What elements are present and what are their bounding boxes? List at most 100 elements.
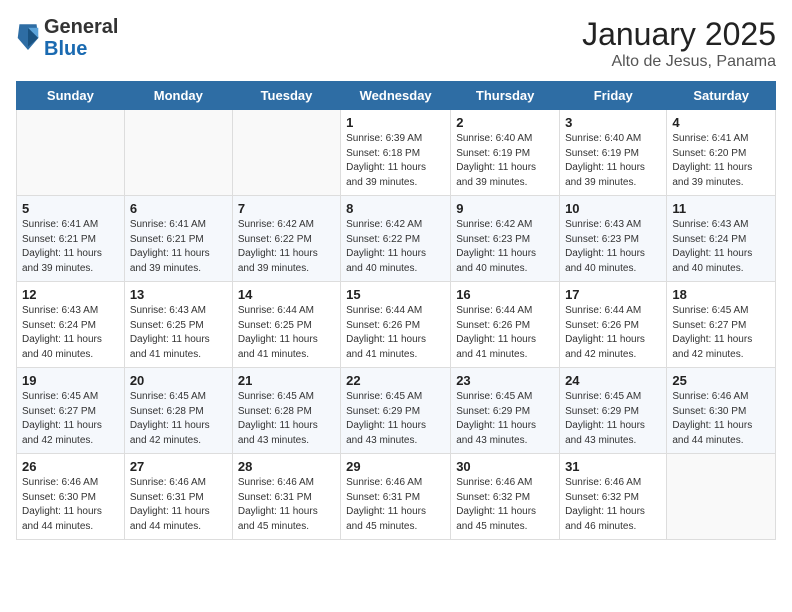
day-number: 24: [565, 373, 661, 388]
day-number: 3: [565, 115, 661, 130]
day-number: 20: [130, 373, 227, 388]
day-info: Sunrise: 6:44 AMSunset: 6:25 PMDaylight:…: [238, 304, 335, 362]
day-info: Sunrise: 6:41 AMSunset: 6:21 PMDaylight:…: [22, 218, 119, 276]
day-info: Sunrise: 6:42 AMSunset: 6:23 PMDaylight:…: [456, 218, 554, 276]
calendar-cell: 13 Sunrise: 6:43 AMSunset: 6:25 PMDayligh…: [124, 282, 232, 368]
day-info: Sunrise: 6:42 AMSunset: 6:22 PMDaylight:…: [238, 218, 335, 276]
day-info: Sunrise: 6:46 AMSunset: 6:32 PMDaylight:…: [565, 476, 661, 534]
calendar-cell: 3 Sunrise: 6:40 AMSunset: 6:19 PMDaylight…: [560, 110, 667, 196]
day-info: Sunrise: 6:45 AMSunset: 6:29 PMDaylight:…: [565, 390, 661, 448]
logo-general-text: General: [44, 16, 118, 38]
day-info: Sunrise: 6:45 AMSunset: 6:28 PMDaylight:…: [238, 390, 335, 448]
day-info: Sunrise: 6:43 AMSunset: 6:23 PMDaylight:…: [565, 218, 661, 276]
calendar-cell: 8 Sunrise: 6:42 AMSunset: 6:22 PMDaylight…: [341, 196, 451, 282]
day-info: Sunrise: 6:44 AMSunset: 6:26 PMDaylight:…: [456, 304, 554, 362]
day-of-week-header: Saturday: [667, 82, 776, 110]
calendar-cell: 9Sunrise: 6:42 AMSunset: 6:23 PMDaylight…: [451, 196, 560, 282]
calendar-cell: 27 Sunrise: 6:46 AMSunset: 6:31 PMDayligh…: [124, 454, 232, 540]
calendar-table: SundayMondayTuesdayWednesdayThursdayFrid…: [16, 81, 776, 540]
calendar-cell: 18 Sunrise: 6:45 AMSunset: 6:27 PMDayligh…: [667, 282, 776, 368]
calendar-cell: 24 Sunrise: 6:45 AMSunset: 6:29 PMDayligh…: [560, 368, 667, 454]
page-header: General Blue January 2025 Alto de Jesus,…: [16, 16, 776, 71]
calendar-cell: 28Sunrise: 6:46 AMSunset: 6:31 PMDayligh…: [232, 454, 340, 540]
calendar-cell: 11 Sunrise: 6:43 AMSunset: 6:24 PMDayligh…: [667, 196, 776, 282]
day-info: Sunrise: 6:46 AMSunset: 6:31 PMDaylight:…: [130, 476, 227, 534]
logo-text: General Blue: [44, 16, 118, 60]
day-info: Sunrise: 6:43 AMSunset: 6:25 PMDaylight:…: [130, 304, 227, 362]
logo-blue-text: Blue: [44, 38, 118, 60]
day-info: Sunrise: 6:40 AMSunset: 6:19 PMDaylight:…: [565, 132, 661, 190]
logo: General Blue: [16, 16, 118, 60]
day-number: 27: [130, 459, 227, 474]
calendar-cell: 2Sunrise: 6:40 AMSunset: 6:19 PMDaylight…: [451, 110, 560, 196]
calendar-cell: 22Sunrise: 6:45 AMSunset: 6:29 PMDayligh…: [341, 368, 451, 454]
day-number: 18: [672, 287, 770, 302]
calendar-body: 1 Sunrise: 6:39 AMSunset: 6:18 PMDaylight…: [17, 110, 776, 540]
calendar-cell: [232, 110, 340, 196]
day-number: 31: [565, 459, 661, 474]
calendar-cell: 17Sunrise: 6:44 AMSunset: 6:26 PMDayligh…: [560, 282, 667, 368]
calendar-week-row: 1 Sunrise: 6:39 AMSunset: 6:18 PMDaylight…: [17, 110, 776, 196]
day-number: 7: [238, 201, 335, 216]
calendar-cell: 19 Sunrise: 6:45 AMSunset: 6:27 PMDayligh…: [17, 368, 125, 454]
calendar-cell: 15 Sunrise: 6:44 AMSunset: 6:26 PMDayligh…: [341, 282, 451, 368]
calendar-header: SundayMondayTuesdayWednesdayThursdayFrid…: [17, 82, 776, 110]
day-of-week-header: Thursday: [451, 82, 560, 110]
calendar-cell: 29Sunrise: 6:46 AMSunset: 6:31 PMDayligh…: [341, 454, 451, 540]
day-info: Sunrise: 6:46 AMSunset: 6:32 PMDaylight:…: [456, 476, 554, 534]
day-number: 28: [238, 459, 335, 474]
day-number: 29: [346, 459, 445, 474]
day-of-week-header: Tuesday: [232, 82, 340, 110]
day-number: 1: [346, 115, 445, 130]
day-number: 15: [346, 287, 445, 302]
day-number: 6: [130, 201, 227, 216]
day-number: 10: [565, 201, 661, 216]
day-of-week-header: Sunday: [17, 82, 125, 110]
day-info: Sunrise: 6:45 AMSunset: 6:27 PMDaylight:…: [672, 304, 770, 362]
day-info: Sunrise: 6:42 AMSunset: 6:22 PMDaylight:…: [346, 218, 445, 276]
calendar-cell: 1 Sunrise: 6:39 AMSunset: 6:18 PMDaylight…: [341, 110, 451, 196]
day-number: 4: [672, 115, 770, 130]
day-number: 17: [565, 287, 661, 302]
day-info: Sunrise: 6:46 AMSunset: 6:30 PMDaylight:…: [672, 390, 770, 448]
calendar-cell: 21Sunrise: 6:45 AMSunset: 6:28 PMDayligh…: [232, 368, 340, 454]
day-info: Sunrise: 6:43 AMSunset: 6:24 PMDaylight:…: [672, 218, 770, 276]
calendar-cell: 5Sunrise: 6:41 AMSunset: 6:21 PMDaylight…: [17, 196, 125, 282]
calendar-cell: 30 Sunrise: 6:46 AMSunset: 6:32 PMDayligh…: [451, 454, 560, 540]
calendar-week-row: 26 Sunrise: 6:46 AMSunset: 6:30 PMDayligh…: [17, 454, 776, 540]
day-info: Sunrise: 6:45 AMSunset: 6:27 PMDaylight:…: [22, 390, 119, 448]
calendar-week-row: 5Sunrise: 6:41 AMSunset: 6:21 PMDaylight…: [17, 196, 776, 282]
calendar-cell: [124, 110, 232, 196]
calendar-cell: 26 Sunrise: 6:46 AMSunset: 6:30 PMDayligh…: [17, 454, 125, 540]
day-number: 2: [456, 115, 554, 130]
calendar-cell: 16 Sunrise: 6:44 AMSunset: 6:26 PMDayligh…: [451, 282, 560, 368]
title-block: January 2025 Alto de Jesus, Panama: [582, 16, 776, 71]
calendar-subtitle: Alto de Jesus, Panama: [582, 53, 776, 71]
day-info: Sunrise: 6:39 AMSunset: 6:18 PMDaylight:…: [346, 132, 445, 190]
day-number: 8: [346, 201, 445, 216]
day-number: 25: [672, 373, 770, 388]
calendar-cell: 31 Sunrise: 6:46 AMSunset: 6:32 PMDayligh…: [560, 454, 667, 540]
day-info: Sunrise: 6:44 AMSunset: 6:26 PMDaylight:…: [346, 304, 445, 362]
calendar-cell: 6 Sunrise: 6:41 AMSunset: 6:21 PMDaylight…: [124, 196, 232, 282]
days-of-week-row: SundayMondayTuesdayWednesdayThursdayFrid…: [17, 82, 776, 110]
day-info: Sunrise: 6:41 AMSunset: 6:20 PMDaylight:…: [672, 132, 770, 190]
day-of-week-header: Friday: [560, 82, 667, 110]
day-number: 13: [130, 287, 227, 302]
day-number: 14: [238, 287, 335, 302]
day-info: Sunrise: 6:45 AMSunset: 6:29 PMDaylight:…: [346, 390, 445, 448]
calendar-week-row: 12Sunrise: 6:43 AMSunset: 6:24 PMDayligh…: [17, 282, 776, 368]
day-of-week-header: Wednesday: [341, 82, 451, 110]
day-info: Sunrise: 6:41 AMSunset: 6:21 PMDaylight:…: [130, 218, 227, 276]
day-number: 11: [672, 201, 770, 216]
day-info: Sunrise: 6:43 AMSunset: 6:24 PMDaylight:…: [22, 304, 119, 362]
day-number: 19: [22, 373, 119, 388]
calendar-cell: 7 Sunrise: 6:42 AMSunset: 6:22 PMDaylight…: [232, 196, 340, 282]
day-number: 30: [456, 459, 554, 474]
day-number: 26: [22, 459, 119, 474]
day-info: Sunrise: 6:45 AMSunset: 6:28 PMDaylight:…: [130, 390, 227, 448]
logo-icon: [16, 22, 40, 54]
day-info: Sunrise: 6:46 AMSunset: 6:30 PMDaylight:…: [22, 476, 119, 534]
day-info: Sunrise: 6:45 AMSunset: 6:29 PMDaylight:…: [456, 390, 554, 448]
day-number: 16: [456, 287, 554, 302]
